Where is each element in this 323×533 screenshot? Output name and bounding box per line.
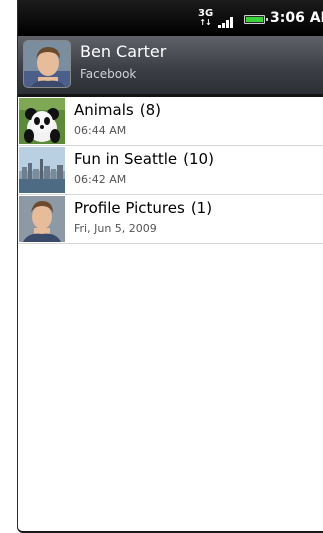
contact-avatar [23, 40, 71, 88]
battery-icon [244, 15, 268, 24]
album-title: Fun in Seattle (10) [74, 150, 214, 168]
phone-screen: 3G ↑↓ 3:06 AM Ben Carter Facebook [17, 0, 323, 533]
signal-icon [218, 12, 240, 28]
profile-thumbnail [19, 196, 65, 242]
album-row-fun-in-seattle[interactable]: Fun in Seattle (10) 06:42 AM [18, 146, 323, 195]
album-row-profile-pictures[interactable]: Profile Pictures (1) Fri, Jun 5, 2009 [18, 195, 323, 244]
album-list: Animals (8) 06:44 AM Fun in Seattle (10)… [18, 97, 323, 244]
panda-thumbnail [19, 98, 65, 144]
data-arrows-icon: ↑↓ [199, 18, 211, 27]
status-bar: 3G ↑↓ 3:06 AM [18, 0, 323, 36]
city-thumbnail [19, 147, 65, 193]
status-clock: 3:06 AM [270, 10, 323, 26]
album-timestamp: 06:42 AM [74, 173, 127, 186]
album-timestamp: Fri, Jun 5, 2009 [74, 222, 157, 235]
album-title: Profile Pictures (1) [74, 199, 213, 217]
album-title: Animals (8) [74, 101, 161, 119]
album-row-animals[interactable]: Animals (8) 06:44 AM [18, 97, 323, 146]
contact-header[interactable]: Ben Carter Facebook [18, 36, 323, 97]
contact-name: Ben Carter [80, 42, 167, 61]
contact-source: Facebook [80, 67, 137, 81]
album-timestamp: 06:44 AM [74, 124, 127, 137]
network-indicator: 3G ↑↓ [198, 9, 213, 28]
